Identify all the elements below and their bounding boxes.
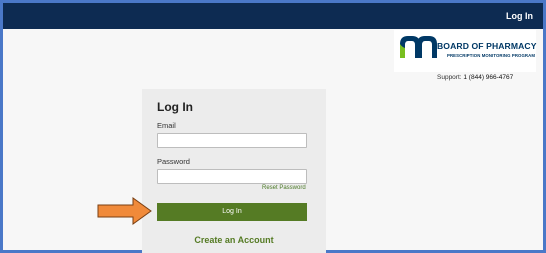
login-title: Log In	[157, 100, 193, 114]
login-button[interactable]: Log In	[157, 203, 307, 221]
support-label: Support:	[437, 74, 462, 81]
email-field[interactable]	[157, 133, 307, 148]
orange-arrow-icon	[97, 197, 152, 225]
email-label: Email	[157, 121, 176, 130]
logo-title: BOARD OF PHARMACY	[437, 41, 537, 51]
logo-subtitle: PRESCRIPTION MONITORING PROGRAM	[447, 53, 536, 58]
password-field[interactable]	[157, 169, 307, 184]
login-card: Log In Email Password Reset Password Log…	[142, 89, 326, 253]
password-label: Password	[157, 157, 190, 166]
top-navigation-bar: Log In	[3, 3, 543, 29]
minnesota-m-logo-icon	[400, 36, 437, 58]
reset-password-link[interactable]: Reset Password	[262, 185, 306, 191]
support-contact: Support: 1 (844) 966-4767	[437, 74, 513, 81]
top-login-link[interactable]: Log In	[506, 11, 533, 21]
board-of-pharmacy-logo: BOARD OF PHARMACY PRESCRIPTION MONITORIN…	[394, 30, 536, 72]
create-account-link[interactable]: Create an Account	[142, 235, 326, 245]
support-phone: 1 (844) 966-4767	[463, 74, 514, 81]
